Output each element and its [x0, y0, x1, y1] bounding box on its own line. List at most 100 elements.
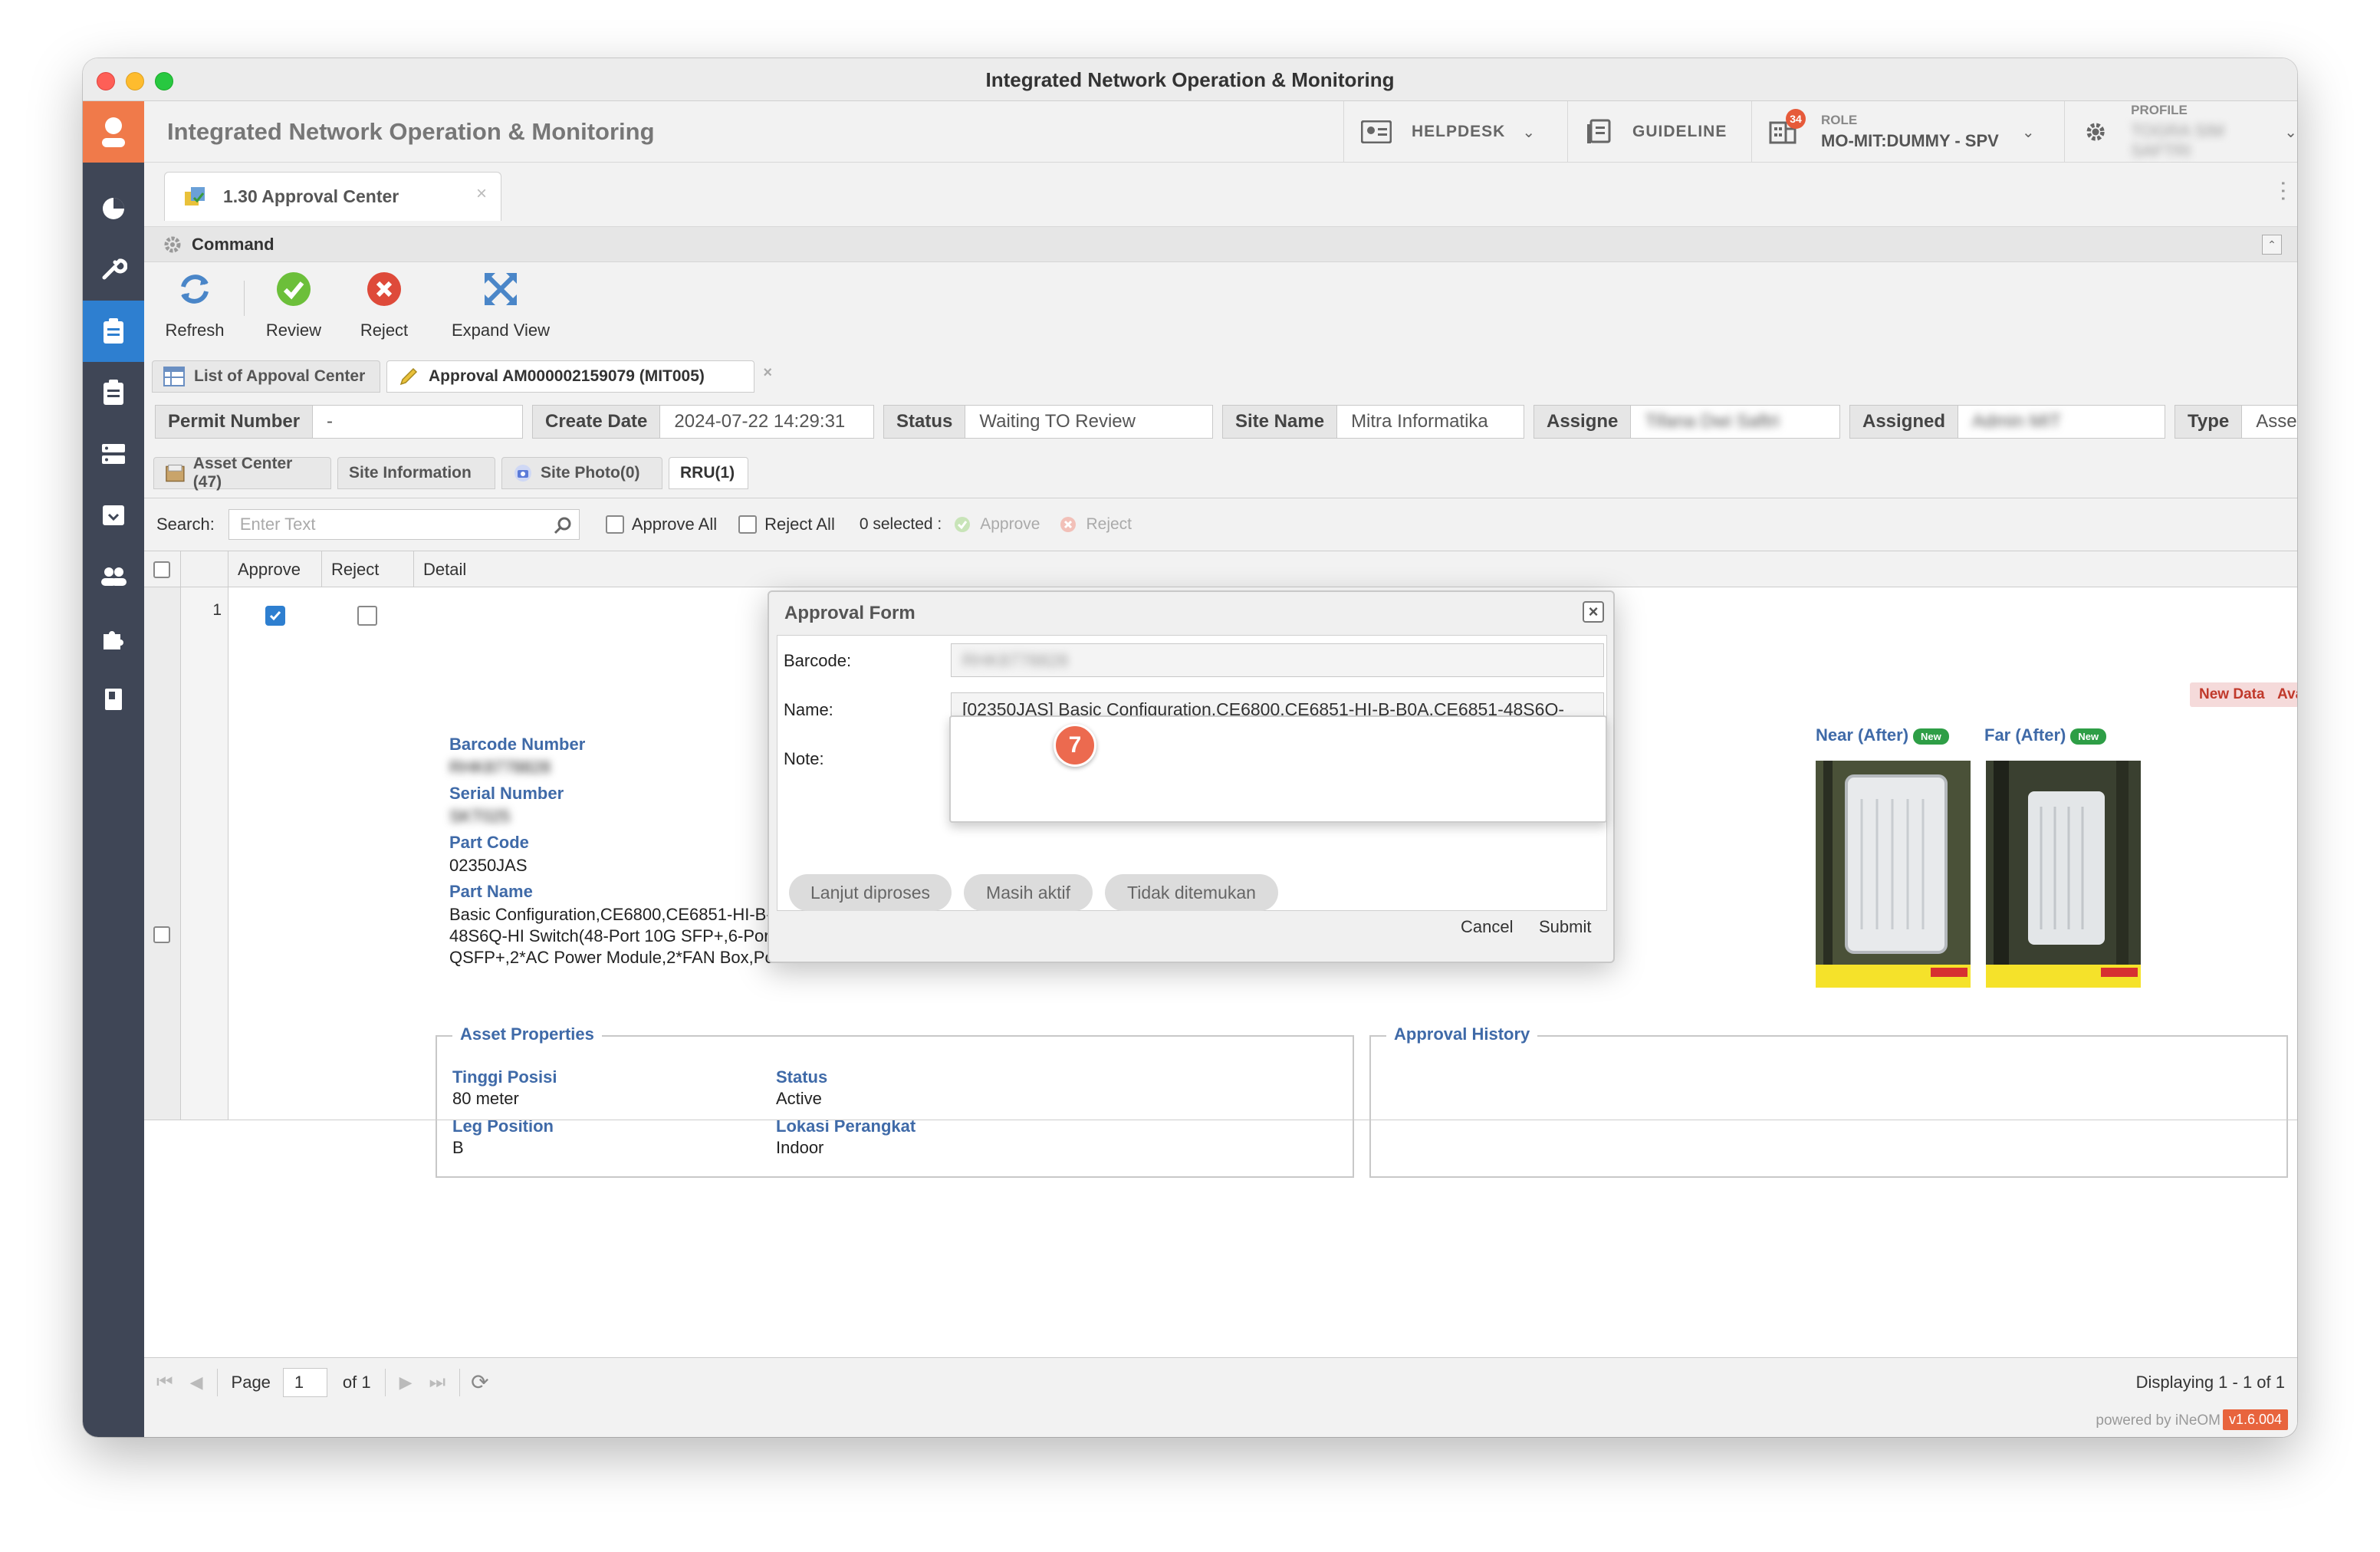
part-name-line: QSFP+,2*AC Power Module,2*FAN Box,Por	[449, 948, 774, 967]
role-menu[interactable]: 34 ROLE MO-MIT:DUMMY - SPV ⌄	[1751, 101, 2064, 163]
near-after-caption: Near (After) New	[1816, 725, 1949, 745]
tab-site-photo[interactable]: Site Photo(0)	[501, 457, 662, 489]
powered-by-text: powered by iNeOM	[2096, 1412, 2221, 1429]
reload-icon[interactable]: ⟳	[471, 1370, 488, 1395]
tab-approval-detail[interactable]: Approval AM000002159079 (MIT005) ×	[386, 360, 772, 393]
dialog-title: Approval Form	[784, 603, 916, 623]
first-page-icon[interactable]: ⏮	[156, 1372, 173, 1393]
chevron-down-icon: ⌄	[1522, 123, 1536, 141]
user-avatar[interactable]	[83, 101, 144, 163]
near-after-photo[interactable]	[1816, 761, 1971, 988]
gear-icon	[164, 236, 181, 252]
guideline-link[interactable]: GUIDELINE	[1567, 101, 1751, 163]
create-date-value: 2024-07-22 14:29:31	[674, 411, 846, 432]
powered-footer: powered by iNeOM v1.6.004	[144, 1406, 2297, 1437]
quick-note-tidak-button[interactable]: Tidak ditemukan	[1105, 874, 1278, 911]
available-badge: Available	[2268, 682, 2297, 707]
select-all-column	[144, 551, 181, 588]
tab-list-approval-center[interactable]: List of Appoval Center	[152, 360, 380, 393]
site-name-label: Site Name	[1223, 406, 1338, 438]
page-input[interactable]: 1	[282, 1367, 327, 1397]
part-code-label: Part Code	[449, 833, 529, 852]
row-select-checkbox[interactable]	[153, 926, 170, 943]
submit-button[interactable]: Submit	[1539, 917, 1591, 937]
pager-divider	[216, 1368, 218, 1396]
part-code-value: 02350JAS	[449, 856, 528, 875]
expand-icon	[485, 273, 517, 305]
collapse-panel-icon[interactable]: ⌃	[2262, 235, 2282, 255]
quick-note-lanjut-button[interactable]: Lanjut diproses	[789, 874, 952, 911]
tab-site-information[interactable]: Site Information	[337, 457, 495, 489]
part-name-line: 48S6Q-HI Switch(48-Port 10G SFP+,6-Port	[449, 926, 774, 945]
status-value: Waiting TO Review	[979, 411, 1136, 432]
prev-page-icon[interactable]: ◀	[190, 1373, 203, 1393]
users-icon	[101, 567, 127, 586]
bulk-approve-button[interactable]: Approve	[980, 515, 1040, 534]
reject-all-checkbox[interactable]	[738, 515, 758, 534]
row-number-column	[181, 551, 228, 588]
search-label: Search:	[156, 515, 215, 534]
row-reject-checkbox[interactable]	[357, 606, 377, 626]
plugins-nav[interactable]	[83, 607, 144, 669]
archive-icon	[103, 505, 124, 525]
approve-column-header[interactable]: Approve	[228, 551, 322, 588]
approve-all-checkbox[interactable]	[605, 515, 624, 534]
close-tab-icon[interactable]: ×	[476, 183, 487, 205]
last-page-icon[interactable]: ⏭	[429, 1372, 446, 1393]
search-icon[interactable]	[553, 515, 573, 535]
dashboard-nav[interactable]	[83, 178, 144, 239]
page-label: Page	[231, 1372, 271, 1392]
search-input[interactable]: Enter Text	[228, 509, 580, 540]
helpdesk-menu[interactable]: HELPDESK ⌄	[1343, 101, 1567, 163]
approval-nav[interactable]	[83, 301, 144, 362]
users-nav[interactable]	[83, 546, 144, 607]
far-after-photo[interactable]	[1986, 761, 2141, 988]
bulk-reject-button[interactable]: Reject	[1086, 515, 1132, 534]
tinggi-label: Tinggi Posisi	[452, 1067, 557, 1087]
more-options-icon[interactable]: ⋯	[2270, 179, 2296, 202]
close-dialog-button[interactable]: ×	[1583, 601, 1604, 623]
tab-approval-center[interactable]: 1.30 Approval Center ×	[164, 172, 501, 221]
tasks-nav[interactable]	[83, 362, 144, 423]
id-card-icon	[1361, 120, 1392, 143]
asset-properties-panel: Asset Properties Tinggi Posisi 80 meter …	[436, 1024, 1354, 1178]
row-approve-checkbox[interactable]	[265, 606, 285, 626]
assigne-field: Assigne Tifana Dwi Saftri	[1534, 405, 1840, 439]
archive-nav[interactable]	[83, 485, 144, 546]
version-badge: v1.6.004	[2222, 1409, 2288, 1430]
reject-button[interactable]: Reject	[350, 270, 419, 340]
detail-column-header[interactable]: Detail	[414, 551, 2297, 588]
subtab-bar: List of Appoval Center Approval AM000002…	[144, 351, 2297, 399]
select-all-checkbox[interactable]	[153, 561, 170, 578]
quick-note-masih-button[interactable]: Masih aktif	[964, 874, 1093, 911]
next-page-icon[interactable]: ▶	[399, 1373, 413, 1393]
permit-number-label: Permit Number	[156, 406, 314, 438]
approval-form-dialog: Approval Form × Barcode: RHK8778828 Name…	[768, 590, 1615, 963]
review-button[interactable]: Review	[259, 270, 328, 340]
close-tab-icon[interactable]: ×	[763, 364, 772, 382]
note-textarea[interactable]	[949, 715, 1607, 823]
tab-asset-center[interactable]: Asset Center (47)	[153, 455, 331, 491]
lokasi-value: Indoor	[776, 1138, 824, 1157]
new-pill: New	[1913, 728, 1949, 745]
server-nav[interactable]	[83, 423, 144, 485]
expand-view-button[interactable]: Expand View	[443, 270, 558, 340]
status-field: Status Waiting TO Review	[883, 405, 1213, 439]
approve-all-label: Approve All	[631, 515, 718, 534]
page-tab-bar: 1.30 Approval Center × ⋯	[144, 163, 2297, 227]
barcode-input[interactable]: RHK8778828	[951, 643, 1604, 677]
barcode-input-value: RHK8778828	[962, 649, 1069, 670]
tools-nav[interactable]	[83, 239, 144, 301]
reject-column-header[interactable]: Reject	[322, 551, 414, 588]
tab-rru[interactable]: RRU(1)	[669, 457, 748, 489]
site-name-field: Site Name Mitra Informatika	[1222, 405, 1524, 439]
book-nav[interactable]	[83, 669, 144, 730]
command-title: Command	[192, 234, 274, 254]
profile-menu[interactable]: PROFILE TOGRA SIM SAFTRI ⌄	[2064, 101, 2297, 163]
refresh-button[interactable]: Refresh	[158, 270, 232, 340]
pager-bar: ⏮ ◀ Page 1 of 1 ▶ ⏭ ⟳ Displaying 1 - 1 o…	[144, 1357, 2297, 1406]
wrench-icon	[102, 258, 127, 280]
cancel-button[interactable]: Cancel	[1461, 917, 1513, 937]
table-icon	[163, 367, 185, 386]
toolbar-divider	[244, 281, 245, 316]
